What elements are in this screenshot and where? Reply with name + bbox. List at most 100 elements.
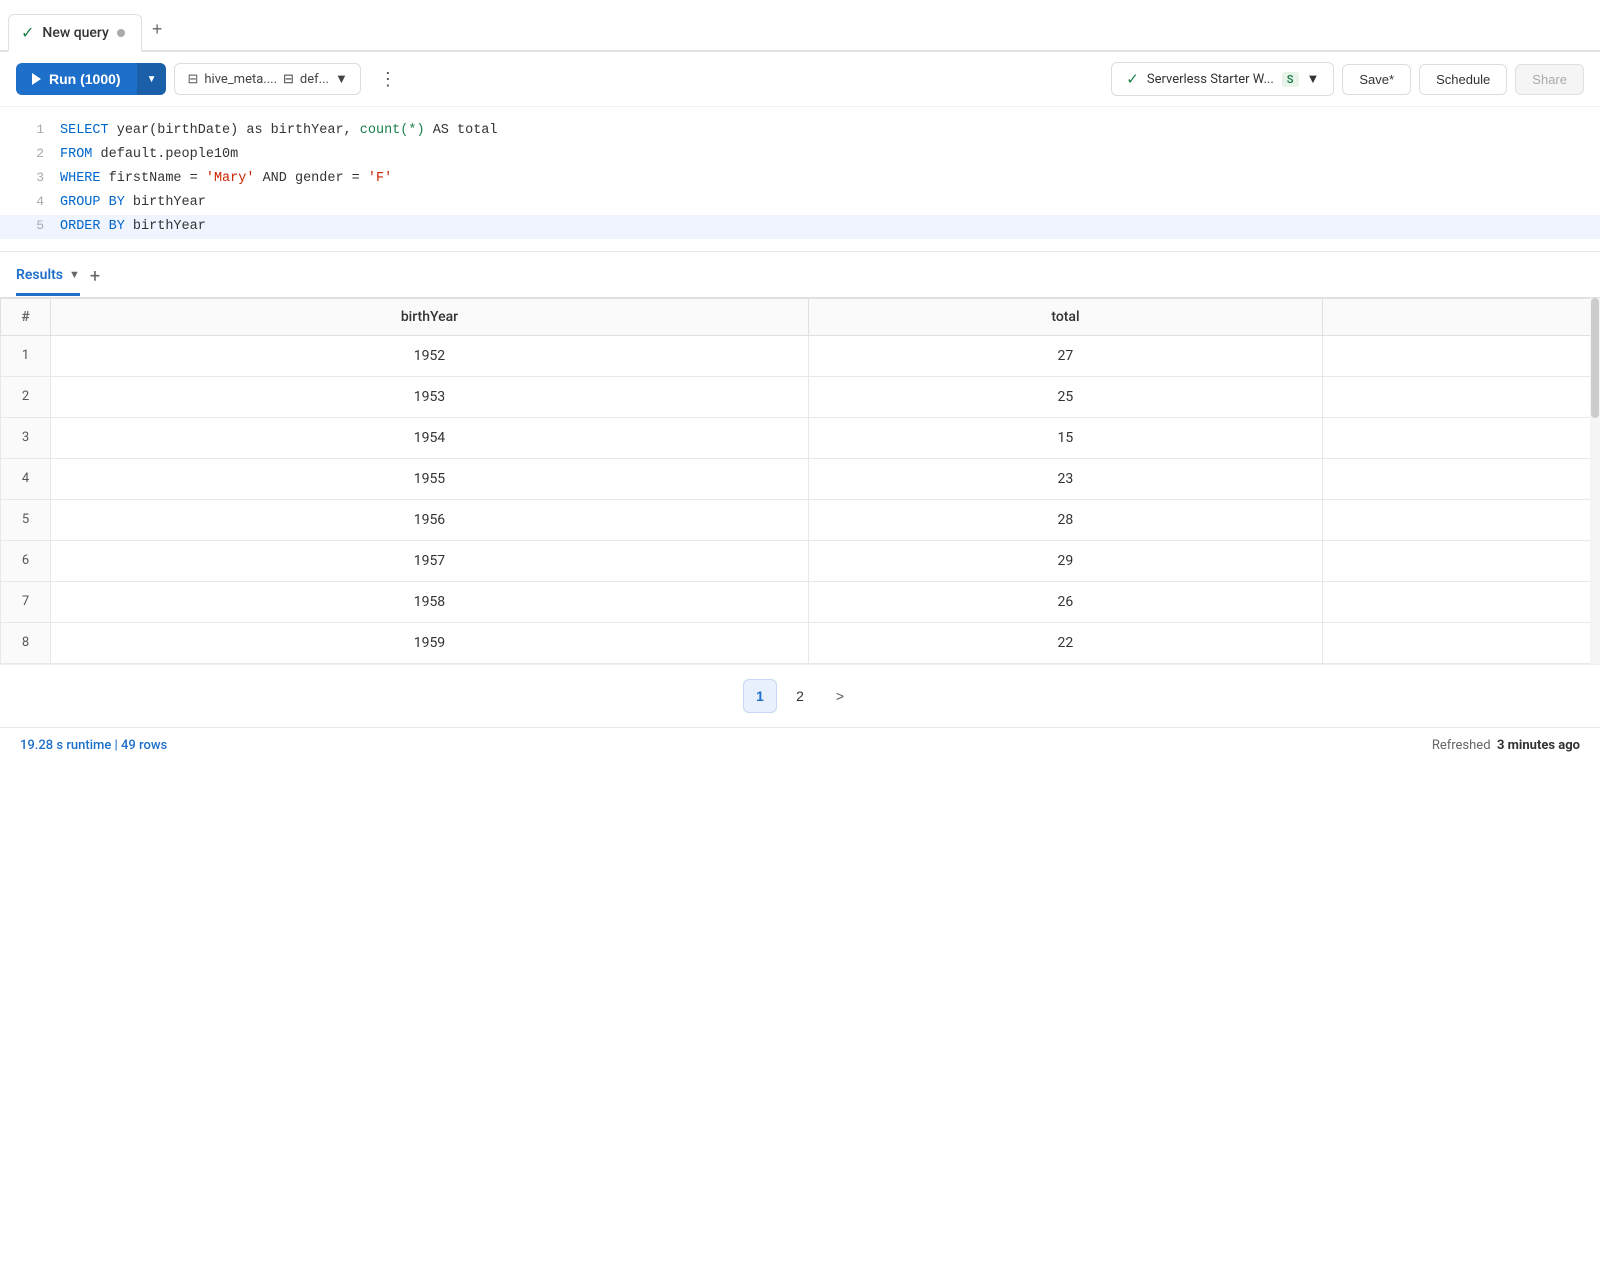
refresh-label: Refreshed 3 minutes ago — [1432, 738, 1580, 753]
table-row: 4 1955 23 — [1, 458, 1600, 499]
run-button-group: Run (1000) ▼ — [16, 63, 166, 95]
code-line-3: 3 WHERE firstName = 'Mary' AND gender = … — [0, 167, 1600, 191]
line-number-5: 5 — [8, 215, 44, 237]
share-button[interactable]: Share — [1515, 64, 1584, 95]
function-count: count(*) — [360, 123, 425, 138]
cell-empty — [1322, 581, 1599, 622]
page-1-button[interactable]: 1 — [743, 679, 777, 713]
keyword-from: FROM — [60, 147, 92, 162]
cell-rownum: 5 — [1, 499, 51, 540]
run-button[interactable]: Run (1000) — [16, 63, 137, 95]
cell-empty — [1322, 622, 1599, 663]
table-row: 2 1953 25 — [1, 376, 1600, 417]
table-row: 6 1957 29 — [1, 540, 1600, 581]
serverless-label: Serverless Starter W... — [1147, 72, 1274, 87]
toolbar: Run (1000) ▼ ⊟ hive_meta.... ⊟ def... ▼ … — [0, 52, 1600, 107]
refreshed-text: Refreshed — [1432, 738, 1491, 753]
catalog-selector[interactable]: ⊟ hive_meta.... ⊟ def... ▼ — [174, 63, 360, 95]
cell-empty — [1322, 335, 1599, 376]
cell-total: 23 — [808, 458, 1322, 499]
code-line-5: 5 ORDER BY birthYear — [0, 215, 1600, 239]
run-dropdown-button[interactable]: ▼ — [137, 63, 167, 95]
results-table: # birthYear total 1 1952 27 2 1953 25 3 … — [0, 298, 1600, 664]
cell-total: 26 — [808, 581, 1322, 622]
play-icon — [32, 73, 41, 85]
results-table-wrapper: # birthYear total 1 1952 27 2 1953 25 3 … — [0, 298, 1600, 664]
cell-empty — [1322, 540, 1599, 581]
serverless-selector[interactable]: ✓ Serverless Starter W... S ▼ — [1111, 62, 1334, 96]
table-row: 8 1959 22 — [1, 622, 1600, 663]
line-number-3: 3 — [8, 167, 44, 189]
cell-total: 28 — [808, 499, 1322, 540]
keyword-groupby: GROUP BY — [60, 195, 125, 210]
code-line-1: 1 SELECT year(birthDate) as birthYear, c… — [0, 119, 1600, 143]
cell-birthyear: 1953 — [51, 376, 809, 417]
table-row: 3 1954 15 — [1, 417, 1600, 458]
table-row: 5 1956 28 — [1, 499, 1600, 540]
cell-rownum: 8 — [1, 622, 51, 663]
run-label: Run (1000) — [49, 71, 121, 87]
code-line-4: 4 GROUP BY birthYear — [0, 191, 1600, 215]
serverless-chevron-icon: ▼ — [1307, 71, 1320, 87]
code-text-1: SELECT year(birthDate) as birthYear, cou… — [60, 120, 1592, 143]
more-options-button[interactable]: ⋮ — [369, 63, 407, 96]
serverless-check-icon: ✓ — [1126, 70, 1139, 88]
code-editor[interactable]: 1 SELECT year(birthDate) as birthYear, c… — [0, 107, 1600, 252]
line-number-4: 4 — [8, 191, 44, 213]
cell-rownum: 7 — [1, 581, 51, 622]
table-row: 1 1952 27 — [1, 335, 1600, 376]
keyword-select: SELECT — [60, 123, 109, 138]
scrollbar-track[interactable] — [1590, 298, 1600, 664]
db-icon2: ⊟ — [283, 72, 294, 87]
col-header-rownum[interactable]: # — [1, 298, 51, 335]
cell-total: 15 — [808, 417, 1322, 458]
cell-total: 25 — [808, 376, 1322, 417]
add-result-button[interactable]: + — [90, 266, 100, 297]
keyword-where: WHERE — [60, 171, 101, 186]
catalog-chevron-icon: ▼ — [335, 71, 348, 87]
new-query-tab[interactable]: ✓ New query — [8, 14, 142, 52]
tab-label: New query — [42, 25, 108, 41]
schema-label: def... — [300, 72, 329, 87]
cell-empty — [1322, 417, 1599, 458]
catalog-label: hive_meta.... — [204, 72, 277, 87]
cell-rownum: 4 — [1, 458, 51, 499]
tab-bar: ✓ New query + — [0, 0, 1600, 52]
line-number-1: 1 — [8, 119, 44, 141]
code-line-2: 2 FROM default.people10m — [0, 143, 1600, 167]
cell-birthyear: 1957 — [51, 540, 809, 581]
cell-birthyear: 1952 — [51, 335, 809, 376]
cell-empty — [1322, 376, 1599, 417]
col-header-birthyear[interactable]: birthYear — [51, 298, 809, 335]
table-row: 7 1958 26 — [1, 581, 1600, 622]
save-button[interactable]: Save* — [1342, 64, 1411, 95]
tab-unsaved-dot — [117, 29, 125, 37]
results-tab-label: Results — [16, 267, 63, 283]
cell-empty — [1322, 499, 1599, 540]
line-number-2: 2 — [8, 143, 44, 165]
schedule-button[interactable]: Schedule — [1419, 64, 1507, 95]
scrollbar-thumb[interactable] — [1591, 298, 1599, 418]
cell-total: 29 — [808, 540, 1322, 581]
code-text-3: WHERE firstName = 'Mary' AND gender = 'F… — [60, 168, 1592, 191]
runtime-label: 19.28 s runtime | 49 rows — [20, 738, 167, 753]
cell-total: 27 — [808, 335, 1322, 376]
col-header-empty — [1322, 298, 1599, 335]
next-page-button[interactable]: > — [823, 679, 857, 713]
time-ago-text: 3 minutes ago — [1497, 738, 1580, 753]
string-f: 'F' — [368, 171, 392, 186]
results-tab[interactable]: Results ▼ — [16, 267, 80, 296]
results-section: Results ▼ + # birthYear total 1 1952 27 … — [0, 252, 1600, 727]
cell-rownum: 2 — [1, 376, 51, 417]
keyword-orderby: ORDER BY — [60, 219, 125, 234]
code-text-5: ORDER BY birthYear — [60, 216, 1592, 239]
cell-birthyear: 1956 — [51, 499, 809, 540]
code-text-4: GROUP BY birthYear — [60, 192, 1592, 215]
database-icon: ⊟ — [187, 72, 198, 87]
page-2-button[interactable]: 2 — [783, 679, 817, 713]
tab-check-icon: ✓ — [21, 23, 34, 42]
pagination: 1 2 > — [0, 664, 1600, 727]
serverless-size-badge: S — [1282, 72, 1299, 87]
col-header-total[interactable]: total — [808, 298, 1322, 335]
add-tab-button[interactable]: + — [142, 13, 173, 46]
